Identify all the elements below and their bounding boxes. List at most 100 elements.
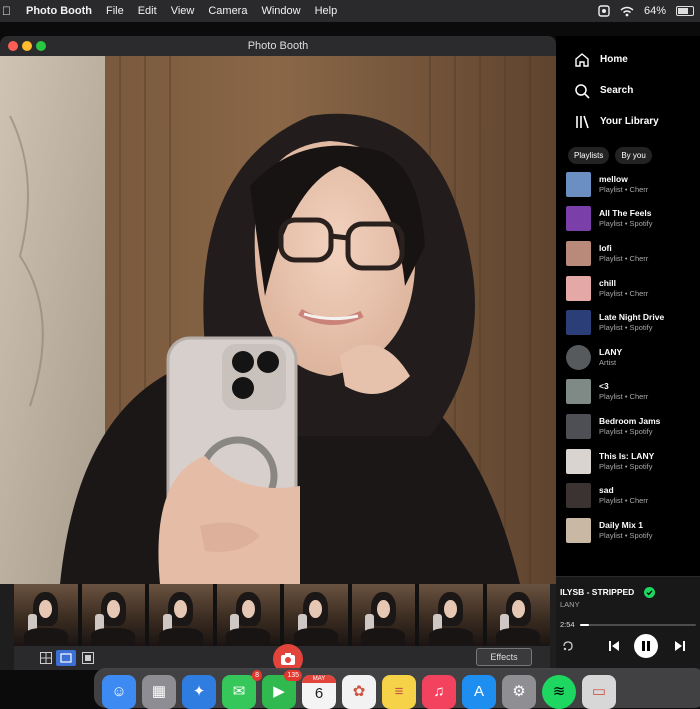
photos-icon[interactable]: ✿ xyxy=(342,675,376,709)
now-playing-bar: ILYSB - STRIPPED LANY 2:54 xyxy=(556,576,700,669)
notification-badge: 135 xyxy=(284,670,302,681)
library-item-text: Bedroom Jams Playlist • Spotify xyxy=(599,416,660,437)
app-store-icon[interactable]: A xyxy=(462,675,496,709)
library-item[interactable]: mellow Playlist • Cherr xyxy=(566,167,696,202)
chip-by-you[interactable]: By you xyxy=(615,147,652,164)
progress-track[interactable] xyxy=(580,624,696,626)
apple-icon[interactable]:  xyxy=(2,4,16,18)
next-track-icon[interactable] xyxy=(674,640,686,652)
library-item-text: Daily Mix 1 Playlist • Spotify xyxy=(599,520,652,541)
camera-preview xyxy=(0,56,556,584)
library-item[interactable]: lofi Playlist • Cherr xyxy=(566,236,696,271)
photo-booth-window: Photo Booth Effects xyxy=(0,36,556,670)
track-artist[interactable]: LANY xyxy=(560,600,580,609)
track-title[interactable]: ILYSB - STRIPPED xyxy=(560,587,634,597)
menu-help[interactable]: Help xyxy=(315,5,338,17)
window-title: Photo Booth xyxy=(247,40,309,52)
fullscreen-view-icon[interactable] xyxy=(82,652,94,664)
status-app-icon[interactable] xyxy=(598,5,610,17)
nav-search-label: Search xyxy=(600,85,634,96)
nav-search[interactable]: Search xyxy=(556,75,700,106)
filmstrip-thumbnail[interactable] xyxy=(419,584,483,646)
search-icon xyxy=(575,83,590,99)
library-item-title: Daily Mix 1 xyxy=(599,519,643,530)
filmstrip-thumbnail[interactable] xyxy=(284,584,348,646)
artist-avatar xyxy=(566,344,591,370)
nav-home-label: Home xyxy=(600,54,628,65)
filmstrip-thumbnail[interactable] xyxy=(486,584,550,646)
library-item-subtitle: Playlist • Cherr xyxy=(599,392,649,402)
filmstrip-thumbnail[interactable] xyxy=(216,584,280,646)
facetime-icon[interactable]: ▶ 135 xyxy=(262,670,302,709)
home-icon xyxy=(575,52,589,67)
photo-booth-controls: Effects xyxy=(14,643,550,670)
music-icon[interactable]: ♫ xyxy=(422,675,456,709)
effects-button[interactable]: Effects xyxy=(476,648,532,666)
nav-library[interactable]: Your Library xyxy=(556,106,700,137)
pause-button[interactable] xyxy=(634,634,658,658)
notification-badge: 8 xyxy=(252,670,262,681)
progress-fill xyxy=(580,624,590,626)
library-item-subtitle: Playlist • Spotify xyxy=(599,530,653,540)
photo-filmstrip[interactable] xyxy=(14,584,550,646)
wifi-icon[interactable] xyxy=(620,6,634,17)
menu-app-name[interactable]: Photo Booth xyxy=(26,5,92,17)
title-bar: Photo Booth xyxy=(0,36,556,56)
library-item-title: This Is: LANY xyxy=(599,450,655,461)
library-item[interactable]: Daily Mix 1 Playlist • Spotify xyxy=(566,513,696,548)
library-item-title: All The Feels xyxy=(599,208,652,219)
zoom-button[interactable] xyxy=(36,41,46,51)
previous-track-icon[interactable] xyxy=(608,640,620,652)
library-item[interactable]: sad Playlist • Cherr xyxy=(566,478,696,513)
system-settings-icon[interactable]: ⚙ xyxy=(502,675,536,709)
playlist-cover xyxy=(566,448,591,474)
library-item-text: This Is: LANY Playlist • Spotify xyxy=(599,451,654,472)
filmstrip-thumbnail[interactable] xyxy=(14,584,78,646)
library-item[interactable]: Bedroom Jams Playlist • Spotify xyxy=(566,409,696,444)
liked-check-icon[interactable] xyxy=(644,587,655,598)
library-item[interactable]: <3 Playlist • Cherr xyxy=(566,375,696,410)
playlist-cover xyxy=(566,171,591,197)
library-item[interactable]: All The Feels Playlist • Spotify xyxy=(566,202,696,237)
launchpad-icon[interactable]: ▦ xyxy=(142,675,176,709)
single-view-icon[interactable] xyxy=(56,650,76,666)
library-item[interactable]: chill Playlist • Cherr xyxy=(566,271,696,306)
library-item[interactable]: Late Night Drive Playlist • Spotify xyxy=(566,305,696,340)
menu-window[interactable]: Window xyxy=(261,5,300,17)
library-item[interactable]: This Is: LANY Playlist • Spotify xyxy=(566,444,696,479)
nav-home[interactable]: Home xyxy=(556,44,700,75)
library-item-subtitle: Playlist • Spotify xyxy=(599,219,653,229)
calendar-icon[interactable]: MAY 6 xyxy=(302,675,336,709)
menu-camera[interactable]: Camera xyxy=(208,5,247,17)
connect-device-icon[interactable] xyxy=(562,641,574,651)
library-item-text: LANY Artist xyxy=(599,347,622,368)
dock: ☺ ▦ ✦ ✉ 8 ▶ 135 MAY 6 ✿ ≡ ♫ A ⚙ ≋ ▭ xyxy=(94,668,700,709)
elapsed-time: 2:54 xyxy=(560,620,575,629)
spotify-icon[interactable]: ≋ xyxy=(542,675,576,709)
shutter-button[interactable] xyxy=(272,643,304,670)
chip-playlists[interactable]: Playlists xyxy=(568,147,610,164)
library-item-text: Late Night Drive Playlist • Spotify xyxy=(599,312,664,333)
preview-icon[interactable]: ▭ xyxy=(582,675,616,709)
notes-icon[interactable]: ≡ xyxy=(382,675,416,709)
battery-icon[interactable] xyxy=(676,6,694,16)
grid-view-icon[interactable] xyxy=(40,652,52,664)
menu-edit[interactable]: Edit xyxy=(138,5,157,17)
menu-file[interactable]: File xyxy=(106,5,124,17)
filmstrip-thumbnail[interactable] xyxy=(81,584,145,646)
finder-icon[interactable]: ☺ xyxy=(102,675,136,709)
library-item[interactable]: LANY Artist xyxy=(566,340,696,375)
filmstrip-thumbnail[interactable] xyxy=(351,584,415,646)
minimize-button[interactable] xyxy=(22,41,32,51)
nav-library-label: Your Library xyxy=(600,116,659,127)
close-button[interactable] xyxy=(8,41,18,51)
library-item-subtitle: Artist xyxy=(599,357,617,367)
playlist-cover xyxy=(566,483,591,509)
menu-view[interactable]: View xyxy=(171,5,195,17)
playlist-cover xyxy=(566,275,591,301)
library-item-title: LANY xyxy=(599,346,623,357)
messages-icon[interactable]: ✉ 8 xyxy=(222,670,262,709)
safari-icon[interactable]: ✦ xyxy=(182,675,216,709)
library-item-subtitle: Playlist • Spotify xyxy=(599,461,653,471)
filmstrip-thumbnail[interactable] xyxy=(149,584,213,646)
